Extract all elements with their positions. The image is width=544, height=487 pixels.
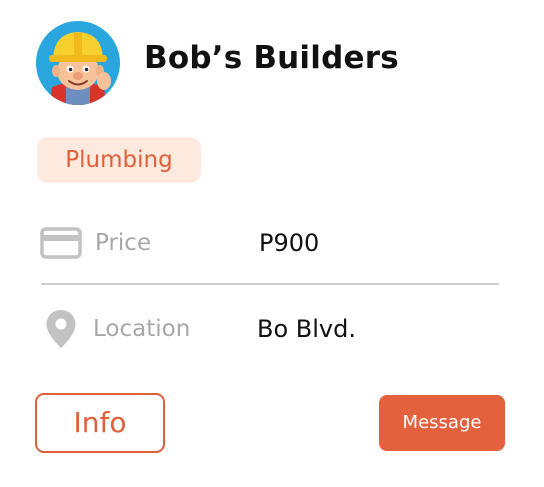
builder-avatar-icon bbox=[36, 21, 120, 105]
business-name: Bob’s Builders bbox=[144, 40, 399, 76]
avatar bbox=[36, 21, 120, 105]
map-pin-icon bbox=[45, 309, 77, 349]
divider bbox=[41, 283, 499, 285]
message-button[interactable]: Message bbox=[379, 395, 505, 451]
info-button[interactable]: Info bbox=[35, 393, 165, 453]
location-value: Bo Blvd. bbox=[257, 315, 356, 343]
price-value: P900 bbox=[259, 229, 320, 257]
category-badge: Plumbing bbox=[37, 137, 201, 183]
service-card: Bob’s Builders Plumbing Price P900 Locat… bbox=[0, 0, 544, 487]
credit-card-icon bbox=[40, 227, 82, 259]
price-label: Price bbox=[95, 230, 152, 256]
location-label: Location bbox=[93, 316, 191, 342]
